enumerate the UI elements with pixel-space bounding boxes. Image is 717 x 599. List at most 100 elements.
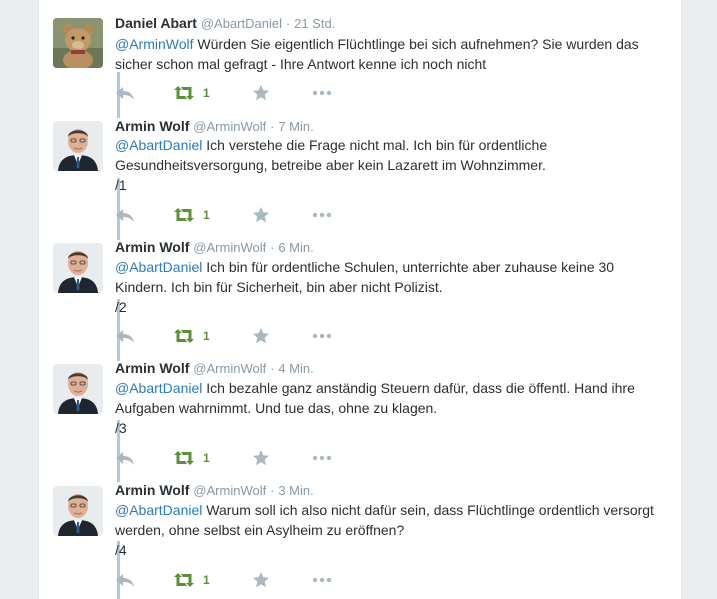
author-handle[interactable]: @ArminWolf <box>193 483 266 498</box>
reply-icon <box>116 209 134 222</box>
favorite-button[interactable] <box>252 326 270 346</box>
retweet-icon <box>174 451 194 465</box>
avatar[interactable] <box>53 486 103 536</box>
favorite-icon <box>253 450 269 466</box>
separator: · <box>285 16 291 31</box>
reply-icon <box>116 452 134 465</box>
thread-number: /4 <box>115 542 127 558</box>
more-icon <box>312 577 332 583</box>
more-icon <box>312 90 332 96</box>
avatar[interactable] <box>53 364 103 414</box>
retweet-button[interactable]: 1 <box>173 570 210 590</box>
avatar[interactable] <box>53 243 103 293</box>
timestamp[interactable]: 4 Min. <box>278 361 313 376</box>
thread-number: /2 <box>115 299 127 315</box>
retweet-button[interactable]: 1 <box>173 448 210 468</box>
tweet-header: Armin Wolf @ArminWolf · 3 Min. <box>115 482 314 498</box>
author-name[interactable]: Daniel Abart <box>115 15 197 31</box>
favorite-icon <box>253 207 269 223</box>
reply-icon <box>116 87 134 100</box>
tweet-actions: 1 <box>115 570 355 590</box>
mention-link[interactable]: @AbartDaniel <box>115 259 202 275</box>
more-button[interactable] <box>312 205 332 225</box>
retweet-icon <box>174 329 194 343</box>
more-button[interactable] <box>312 326 332 346</box>
favorite-icon <box>253 328 269 344</box>
favorite-icon <box>253 85 269 101</box>
man-portrait-avatar-image <box>53 364 103 414</box>
favorite-button[interactable] <box>252 205 270 225</box>
tweet-header: Armin Wolf @ArminWolf · 6 Min. <box>115 239 314 255</box>
author-name[interactable]: Armin Wolf <box>115 360 189 376</box>
retweet-count: 1 <box>203 451 210 465</box>
retweet-icon <box>174 86 194 100</box>
retweet-button[interactable]: 1 <box>173 326 210 346</box>
tweet-body: Würden Sie eigentlich Flüchtlinge bei si… <box>115 36 639 72</box>
retweet-count: 1 <box>203 329 210 343</box>
mention-link[interactable]: @AbartDaniel <box>115 137 202 153</box>
tweet-header: Armin Wolf @ArminWolf · 4 Min. <box>115 360 314 376</box>
retweet-icon <box>174 573 194 587</box>
reply-button[interactable] <box>115 326 135 346</box>
mention-link[interactable]: @ArminWolf <box>115 36 194 52</box>
mention-link[interactable]: @AbartDaniel <box>115 502 202 518</box>
tweet-actions: 1 <box>115 448 355 468</box>
reply-button[interactable] <box>115 448 135 468</box>
retweet-count: 1 <box>203 208 210 222</box>
avatar[interactable] <box>53 121 103 171</box>
tweet-actions: 1 <box>115 83 355 103</box>
reply-icon <box>116 330 134 343</box>
favorite-button[interactable] <box>252 448 270 468</box>
reply-button[interactable] <box>115 570 135 590</box>
retweet-count: 1 <box>203 573 210 587</box>
retweet-button[interactable]: 1 <box>173 83 210 103</box>
avatar[interactable] <box>53 18 103 68</box>
timestamp[interactable]: 6 Min. <box>278 240 313 255</box>
author-handle[interactable]: @ArminWolf <box>193 240 266 255</box>
separator: · <box>270 119 275 134</box>
tweet-header: Armin Wolf @ArminWolf · 7 Min. <box>115 118 314 134</box>
timestamp[interactable]: 3 Min. <box>278 483 313 498</box>
more-button[interactable] <box>312 570 332 590</box>
reply-button[interactable] <box>115 205 135 225</box>
retweet-icon <box>174 208 194 222</box>
thread-number: /1 <box>115 177 127 193</box>
more-icon <box>312 333 332 339</box>
tweet-text: @AbartDaniel Warum soll ich also nicht d… <box>115 500 670 560</box>
author-name[interactable]: Armin Wolf <box>115 118 189 134</box>
thread-number: /3 <box>115 420 127 436</box>
favorite-button[interactable] <box>252 570 270 590</box>
mention-link[interactable]: @AbartDaniel <box>115 380 202 396</box>
more-icon <box>312 455 332 461</box>
separator: · <box>270 240 275 255</box>
more-button[interactable] <box>312 83 332 103</box>
retweet-button[interactable]: 1 <box>173 205 210 225</box>
man-portrait-avatar-image <box>53 243 103 293</box>
tweet-text: @AbartDaniel Ich verstehe die Frage nich… <box>115 135 670 195</box>
author-name[interactable]: Armin Wolf <box>115 239 189 255</box>
tweet-actions: 1 <box>115 205 355 225</box>
retweet-count: 1 <box>203 86 210 100</box>
more-icon <box>312 212 332 218</box>
man-portrait-avatar-image <box>53 121 103 171</box>
favorite-icon <box>253 572 269 588</box>
author-handle[interactable]: @ArminWolf <box>193 361 266 376</box>
tweet-text: @AbartDaniel Ich bezahle ganz anständig … <box>115 378 670 438</box>
favorite-button[interactable] <box>252 83 270 103</box>
author-name[interactable]: Armin Wolf <box>115 482 189 498</box>
tweet-actions: 1 <box>115 326 355 346</box>
timestamp[interactable]: 21 Std. <box>294 16 335 31</box>
tweet-text: @AbartDaniel Ich bin für ordentliche Sch… <box>115 257 670 317</box>
separator: · <box>270 361 275 376</box>
separator: · <box>270 483 275 498</box>
tweet-text: @ArminWolf Würden Sie eigentlich Flüchtl… <box>115 34 670 74</box>
reply-icon <box>116 574 134 587</box>
teddy-bear-avatar-image <box>53 18 103 68</box>
author-handle[interactable]: @ArminWolf <box>193 119 266 134</box>
timestamp[interactable]: 7 Min. <box>278 119 313 134</box>
reply-button[interactable] <box>115 83 135 103</box>
author-handle[interactable]: @AbartDaniel <box>201 16 282 31</box>
man-portrait-avatar-image <box>53 486 103 536</box>
tweet-header: Daniel Abart @AbartDaniel · 21 Std. <box>115 15 335 31</box>
more-button[interactable] <box>312 448 332 468</box>
